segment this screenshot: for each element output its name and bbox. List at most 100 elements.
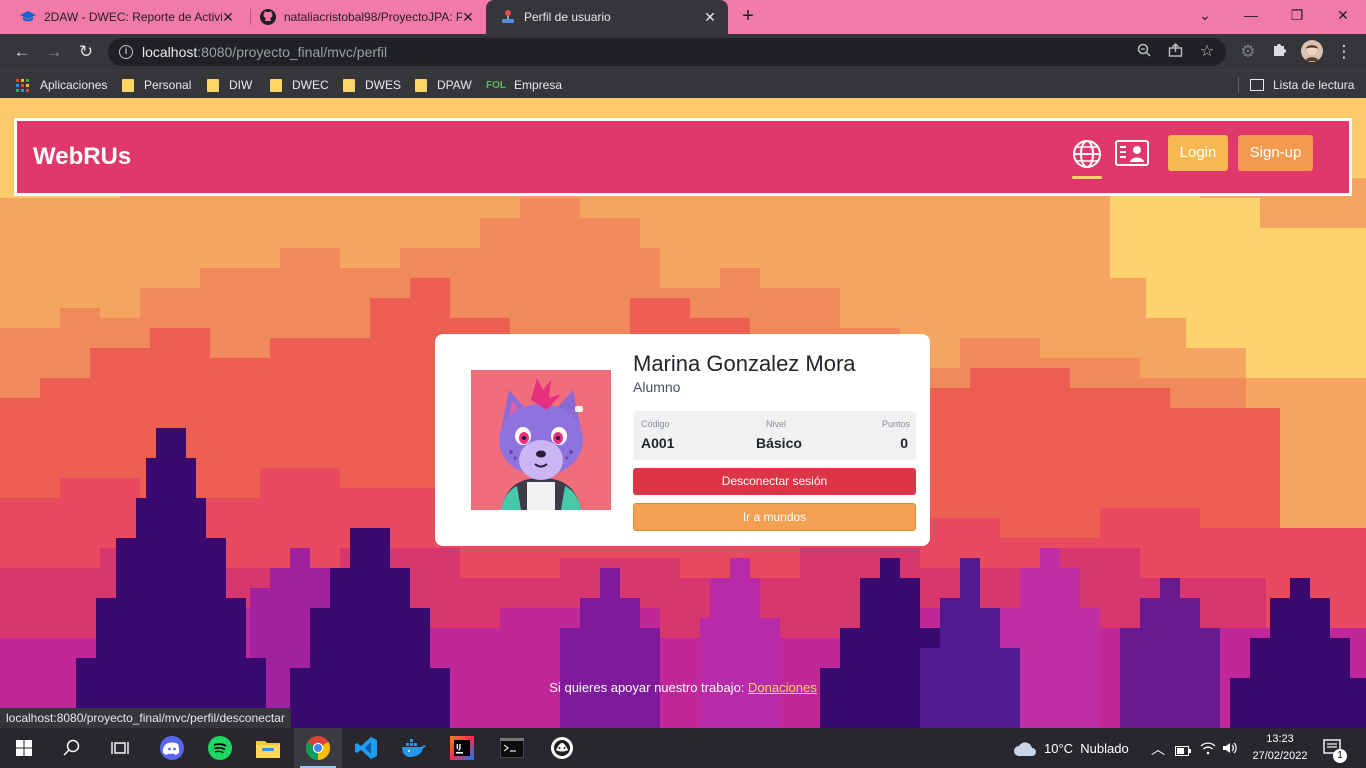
profile-card-icon[interactable] <box>1115 139 1149 173</box>
go-to-worlds-button[interactable]: Ir a mundos <box>633 503 916 531</box>
tab-dwec[interactable]: 2DAW - DWEC: Reporte de Activi ✕ <box>6 0 246 34</box>
site-navbar: WebRUs Login Sign-up <box>14 118 1352 196</box>
bookmarks-bar: Aplicaciones Personal DIW DWEC DWES DPAW… <box>0 70 1366 98</box>
signup-button[interactable]: Sign-up <box>1238 135 1313 171</box>
windows-start-icon[interactable] <box>0 728 48 768</box>
bookmark-personal[interactable]: Personal <box>122 71 191 99</box>
weather-temp: 10°C <box>1044 741 1074 756</box>
clock-time: 13:23 <box>1266 733 1294 745</box>
minimize-button[interactable]: — <box>1228 0 1274 30</box>
tray-chevron-up-icon[interactable]: ︿ <box>1151 739 1165 759</box>
forward-arrow-icon[interactable]: → <box>42 40 66 64</box>
folder-icon <box>343 78 355 92</box>
bookmark-label: DIW <box>229 78 253 92</box>
extensions-puzzle-icon[interactable] <box>1268 40 1292 64</box>
close-tab-icon[interactable]: ✕ <box>460 9 476 25</box>
back-arrow-icon[interactable]: ← <box>10 40 34 64</box>
bookmark-dwec[interactable]: DWEC <box>270 71 329 99</box>
url-text[interactable]: localhost:8080/proyecto_final/mvc/perfil <box>142 44 387 60</box>
bookmark-star-icon[interactable]: ☆ <box>1198 43 1216 61</box>
reload-icon[interactable]: ↻ <box>74 40 98 64</box>
user-full-name: Marina Gonzalez Mora <box>633 351 856 376</box>
graduation-cap-icon <box>20 9 36 25</box>
profile-card: Marina Gonzalez Mora Alumno Código A001 … <box>435 334 930 546</box>
extension-gear-icon[interactable]: ⚙ <box>1236 40 1260 64</box>
new-tab-button[interactable]: + <box>738 6 758 26</box>
folder-icon <box>270 78 282 92</box>
user-role: Alumno <box>633 379 681 395</box>
bookmark-label: DWEC <box>292 78 329 92</box>
globe-icon[interactable] <box>1072 139 1106 173</box>
site-info-icon[interactable]: i <box>119 45 133 59</box>
spotify-icon[interactable] <box>196 728 244 768</box>
active-nav-indicator <box>1072 176 1102 179</box>
intellij-icon[interactable]: IJ <box>438 728 486 768</box>
cloud-weather-icon[interactable] <box>1013 739 1037 762</box>
task-view-icon[interactable] <box>96 728 144 768</box>
browser-menu-icon[interactable]: ⋮ <box>1332 40 1356 64</box>
donations-link[interactable]: Donaciones <box>748 680 817 695</box>
stat-value: 0 <box>900 435 908 451</box>
battery-icon[interactable] <box>1175 743 1191 761</box>
reading-list-label: Lista de lectura <box>1273 78 1355 92</box>
bookmark-label: Empresa <box>514 78 563 92</box>
weather-desc: Nublado <box>1080 741 1129 756</box>
user-stats-panel: Código A001 Nivel Básico Puntos 0 <box>633 411 916 460</box>
tab-title: 2DAW - DWEC: Reporte de Activi <box>44 10 222 24</box>
notification-count-badge: 1 <box>1333 749 1347 763</box>
bookmark-label: Personal <box>144 78 192 92</box>
bookmark-apps[interactable]: Aplicaciones <box>16 71 107 99</box>
profile-avatar[interactable] <box>1300 40 1324 64</box>
page-viewport: WebRUs Login Sign-up Marina Gonzalez Mor… <box>0 98 1366 728</box>
volume-icon[interactable] <box>1222 741 1238 760</box>
disconnect-button[interactable]: Desconectar sesión <box>633 468 916 495</box>
tab-search-icon[interactable]: ⌄ <box>1182 0 1228 30</box>
bookmark-label: Aplicaciones <box>40 78 108 92</box>
bookmark-empresa[interactable]: FOL Empresa <box>486 71 562 99</box>
brand-logo[interactable]: WebRUs <box>33 143 131 171</box>
folder-icon <box>122 78 134 92</box>
docker-icon[interactable] <box>390 728 438 768</box>
windows-taskbar: IJ 10°C Nublado ︿ 13:23 27/02/2022 1 <box>0 728 1366 768</box>
folder-icon <box>207 78 219 92</box>
url-path: :8080/proyecto_final/mvc/perfil <box>197 44 388 60</box>
zoom-icon[interactable] <box>1135 43 1153 61</box>
bookmark-dpaw[interactable]: DPAW <box>415 71 472 99</box>
svg-text:IJ: IJ <box>456 743 461 751</box>
browser-toolbar: ← → ↻ i localhost:8080/proyecto_final/mv… <box>0 34 1366 70</box>
weather-widget[interactable]: 10°C Nublado <box>1044 741 1129 756</box>
bookmark-diw[interactable]: DIW <box>207 71 252 99</box>
vscode-icon[interactable] <box>342 728 390 768</box>
tab-perfil[interactable]: Perfil de usuario ✕ <box>486 0 728 34</box>
browser-tab-strip: 2DAW - DWEC: Reporte de Activi ✕ natalia… <box>0 0 1366 34</box>
wifi-icon[interactable] <box>1200 741 1216 760</box>
url-host: localhost <box>142 44 198 60</box>
search-icon[interactable] <box>48 728 96 768</box>
tab-github[interactable]: nataliacristobal98/ProyectoJPA: P ✕ <box>246 0 486 34</box>
share-icon[interactable] <box>1166 43 1184 61</box>
git-client-icon[interactable] <box>538 728 586 768</box>
maximize-button[interactable]: ❐ <box>1274 0 1320 30</box>
stat-label: Código <box>641 419 670 429</box>
user-avatar <box>471 370 611 510</box>
discord-icon[interactable] <box>148 728 196 768</box>
login-button[interactable]: Login <box>1168 135 1228 171</box>
reading-list-icon <box>1250 79 1264 91</box>
tab-title: nataliacristobal98/ProyectoJPA: P <box>284 10 462 24</box>
bookmark-label: DWES <box>365 78 401 92</box>
address-bar[interactable]: i localhost:8080/proyecto_final/mvc/perf… <box>108 38 1226 66</box>
close-tab-icon[interactable]: ✕ <box>702 9 718 25</box>
chrome-taskbar-icon[interactable] <box>294 728 342 768</box>
close-window-button[interactable]: ✕ <box>1320 0 1366 30</box>
file-explorer-icon[interactable] <box>244 728 292 768</box>
system-clock[interactable]: 13:23 27/02/2022 <box>1252 731 1308 765</box>
link-status-bubble: localhost:8080/proyecto_final/mvc/perfil… <box>0 708 291 728</box>
stat-label: Nivel <box>766 419 787 429</box>
stat-value: A001 <box>641 435 675 451</box>
reading-list-button[interactable]: Lista de lectura <box>1250 71 1354 99</box>
terminal-icon[interactable] <box>488 728 536 768</box>
bookmark-dwes[interactable]: DWES <box>343 71 401 99</box>
footer-text: Si quieres apoyar nuestro trabajo: <box>549 680 749 695</box>
stat-label: Puntos <box>881 419 910 429</box>
close-tab-icon[interactable]: ✕ <box>220 9 236 25</box>
